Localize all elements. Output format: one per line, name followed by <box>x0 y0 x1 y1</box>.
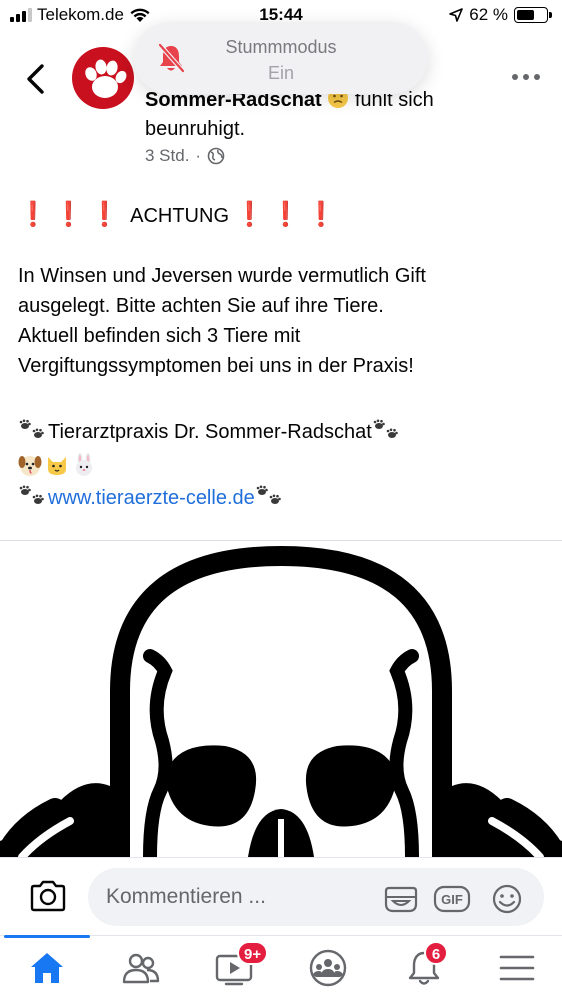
post-line-3: Aktuell befinden sich 3 Tiere mit <box>18 325 301 347</box>
paw-logo-icon <box>85 59 127 98</box>
location-arrow-icon <box>449 8 464 22</box>
groups-icon[interactable] <box>308 948 348 988</box>
battery-icon <box>514 7 552 23</box>
signature-text: Tierarztpraxis Dr. Sommer-Radschat <box>48 421 372 443</box>
achtung-text: ACHTUNG <box>130 205 229 227</box>
sticker-icon[interactable] <box>383 884 419 914</box>
gif-label: GIF <box>441 892 463 907</box>
cat-face-emoji-icon <box>48 457 66 475</box>
website-line: www.tieraerzte-celle.de <box>18 483 546 513</box>
camera-icon[interactable] <box>28 878 68 914</box>
emoji-icon[interactable] <box>490 884 524 914</box>
paw-prints-icon <box>19 419 44 438</box>
active-tab-indicator <box>4 935 90 938</box>
more-options-icon[interactable] <box>510 70 542 84</box>
post-line-2: ausgelegt. Bitte achten Sie auf ihre Tie… <box>18 295 384 317</box>
paw-prints-icon <box>373 419 398 438</box>
battery-level-fill <box>517 10 535 20</box>
post-image[interactable] <box>0 541 562 857</box>
comment-input[interactable]: Kommentieren ... GIF <box>88 868 544 926</box>
battery-percent: 62 % <box>469 5 508 24</box>
friends-icon[interactable] <box>121 948 161 988</box>
video-badge: 9+ <box>237 941 269 965</box>
paw-prints-icon <box>256 485 281 504</box>
exclamation-marks-left: ❗❗❗ <box>18 201 126 228</box>
toast-title: Stummmodus <box>225 37 337 57</box>
tab-bar: 9+ 6 <box>0 935 562 1000</box>
rabbit-face-emoji-icon <box>76 453 92 476</box>
post-body: ❗❗❗ ACHTUNG ❗❗❗ In Winsen und Jeversen w… <box>18 200 546 513</box>
post-time[interactable]: 3 Std. <box>145 146 189 166</box>
home-icon[interactable] <box>27 948 67 988</box>
toast-subtitle: Ein <box>267 63 294 83</box>
notifications-badge: 6 <box>424 941 448 965</box>
status-right: 62 % <box>449 5 552 25</box>
exclamation-marks-right: ❗❗❗ <box>234 201 343 228</box>
achtung-line: ❗❗❗ ACHTUNG ❗❗❗ <box>18 200 546 231</box>
comment-bar: Kommentieren ... GIF <box>0 857 562 935</box>
post-line-1: In Winsen und Jeversen wurde vermutlich … <box>18 265 426 287</box>
gif-icon[interactable]: GIF <box>433 884 471 914</box>
post-line-4: Vergiftungssymptomen bei uns in der Prax… <box>18 355 414 377</box>
comment-placeholder: Kommentieren ... <box>106 885 266 908</box>
website-link[interactable]: www.tieraerzte-celle.de <box>48 487 255 509</box>
skull-image <box>0 545 562 857</box>
post-author-line: Sommer-Radschat fühlt sich beunruhigt. <box>145 86 485 144</box>
post-meta: 3 Std. · <box>145 146 225 166</box>
menu-icon[interactable] <box>497 948 537 988</box>
meta-separator: · <box>195 146 202 165</box>
paw-prints-icon <box>19 485 44 504</box>
back-arrow-icon[interactable] <box>22 62 50 96</box>
animal-emojis-line <box>18 451 546 481</box>
signature-line: Tierarztpraxis Dr. Sommer-Radschat <box>18 417 546 447</box>
dog-face-emoji-icon <box>18 456 42 476</box>
silent-mode-toast: Stummmodus Ein <box>134 22 428 94</box>
globe-icon <box>207 147 225 165</box>
page-avatar[interactable] <box>72 47 134 109</box>
